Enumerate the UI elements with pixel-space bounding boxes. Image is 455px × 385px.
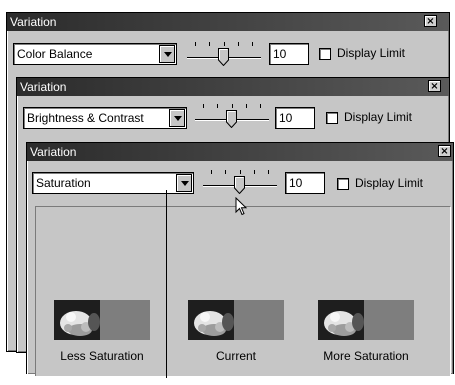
callout-line	[166, 190, 167, 378]
slider-tick	[254, 170, 255, 174]
value-input[interactable]: 10	[269, 43, 309, 65]
slider-tick	[232, 104, 233, 108]
variation-slider[interactable]	[203, 167, 277, 197]
window-title: Variation	[10, 15, 57, 29]
slider-tick	[195, 42, 196, 46]
slider-tick	[240, 170, 241, 174]
slider-tick	[224, 42, 225, 46]
mode-select[interactable]: Saturation	[32, 172, 194, 194]
value-input[interactable]: 10	[285, 172, 325, 194]
thumbnail-label: Current	[215, 349, 256, 363]
thumbnail-more-saturation[interactable]	[318, 300, 414, 340]
display-limit-checkbox[interactable]	[337, 178, 349, 190]
window-title: Variation	[30, 145, 77, 159]
chevron-down-icon[interactable]	[159, 45, 175, 63]
window-titlebar[interactable]: Variation ×	[17, 78, 449, 96]
slider-tick	[225, 170, 226, 174]
mode-select[interactable]: Brightness & Contrast	[23, 107, 187, 129]
slider-thumb[interactable]	[218, 48, 229, 66]
mode-select-value: Color Balance	[17, 47, 93, 61]
value-input[interactable]: 10	[275, 107, 315, 129]
variation-slider[interactable]	[195, 101, 269, 131]
thumbnail-current[interactable]	[188, 300, 284, 340]
mouse-pointer-icon	[235, 197, 248, 216]
thumbnail-label: Less Saturation	[60, 349, 144, 363]
variation-preview-panel: Less Saturation Current More Saturation	[35, 206, 451, 376]
slider-tick	[203, 104, 204, 108]
photo-thumbnail-icon	[318, 300, 414, 340]
display-limit-label: Display Limit	[337, 46, 406, 60]
slider-tick	[260, 104, 261, 108]
window-titlebar[interactable]: Variation ×	[27, 143, 453, 161]
display-limit-checkbox[interactable]	[326, 112, 338, 124]
photo-thumbnail-icon	[54, 300, 150, 340]
variation-window-saturation: Variation × Saturation 10 Display Limit	[26, 142, 454, 376]
close-icon[interactable]: ×	[428, 80, 441, 92]
slider-tick	[211, 170, 212, 174]
slider-tick	[238, 42, 239, 46]
photo-thumbnail-icon	[188, 300, 284, 340]
slider-tick	[246, 104, 247, 108]
slider-tick	[209, 42, 210, 46]
slider-thumb[interactable]	[226, 110, 237, 128]
thumbnail-label: More Saturation	[323, 349, 409, 363]
slider-thumb[interactable]	[234, 176, 245, 194]
mode-select[interactable]: Color Balance	[13, 43, 177, 65]
slider-tick	[252, 42, 253, 46]
window-titlebar[interactable]: Variation ×	[7, 13, 449, 31]
close-icon[interactable]: ×	[424, 15, 437, 27]
slider-tick	[217, 104, 218, 108]
display-limit-checkbox[interactable]	[319, 48, 331, 60]
display-limit-label: Display Limit	[355, 176, 424, 190]
chevron-down-icon[interactable]	[176, 174, 192, 192]
display-limit-label: Display Limit	[344, 110, 413, 124]
mode-select-value: Saturation	[36, 176, 91, 190]
slider-tick	[268, 170, 269, 174]
thumbnail-less-saturation[interactable]	[54, 300, 150, 340]
chevron-down-icon[interactable]	[169, 109, 185, 127]
variation-slider[interactable]	[187, 39, 261, 69]
mode-select-value: Brightness & Contrast	[27, 111, 144, 125]
close-icon[interactable]: ×	[438, 145, 451, 157]
window-title: Variation	[20, 80, 67, 94]
